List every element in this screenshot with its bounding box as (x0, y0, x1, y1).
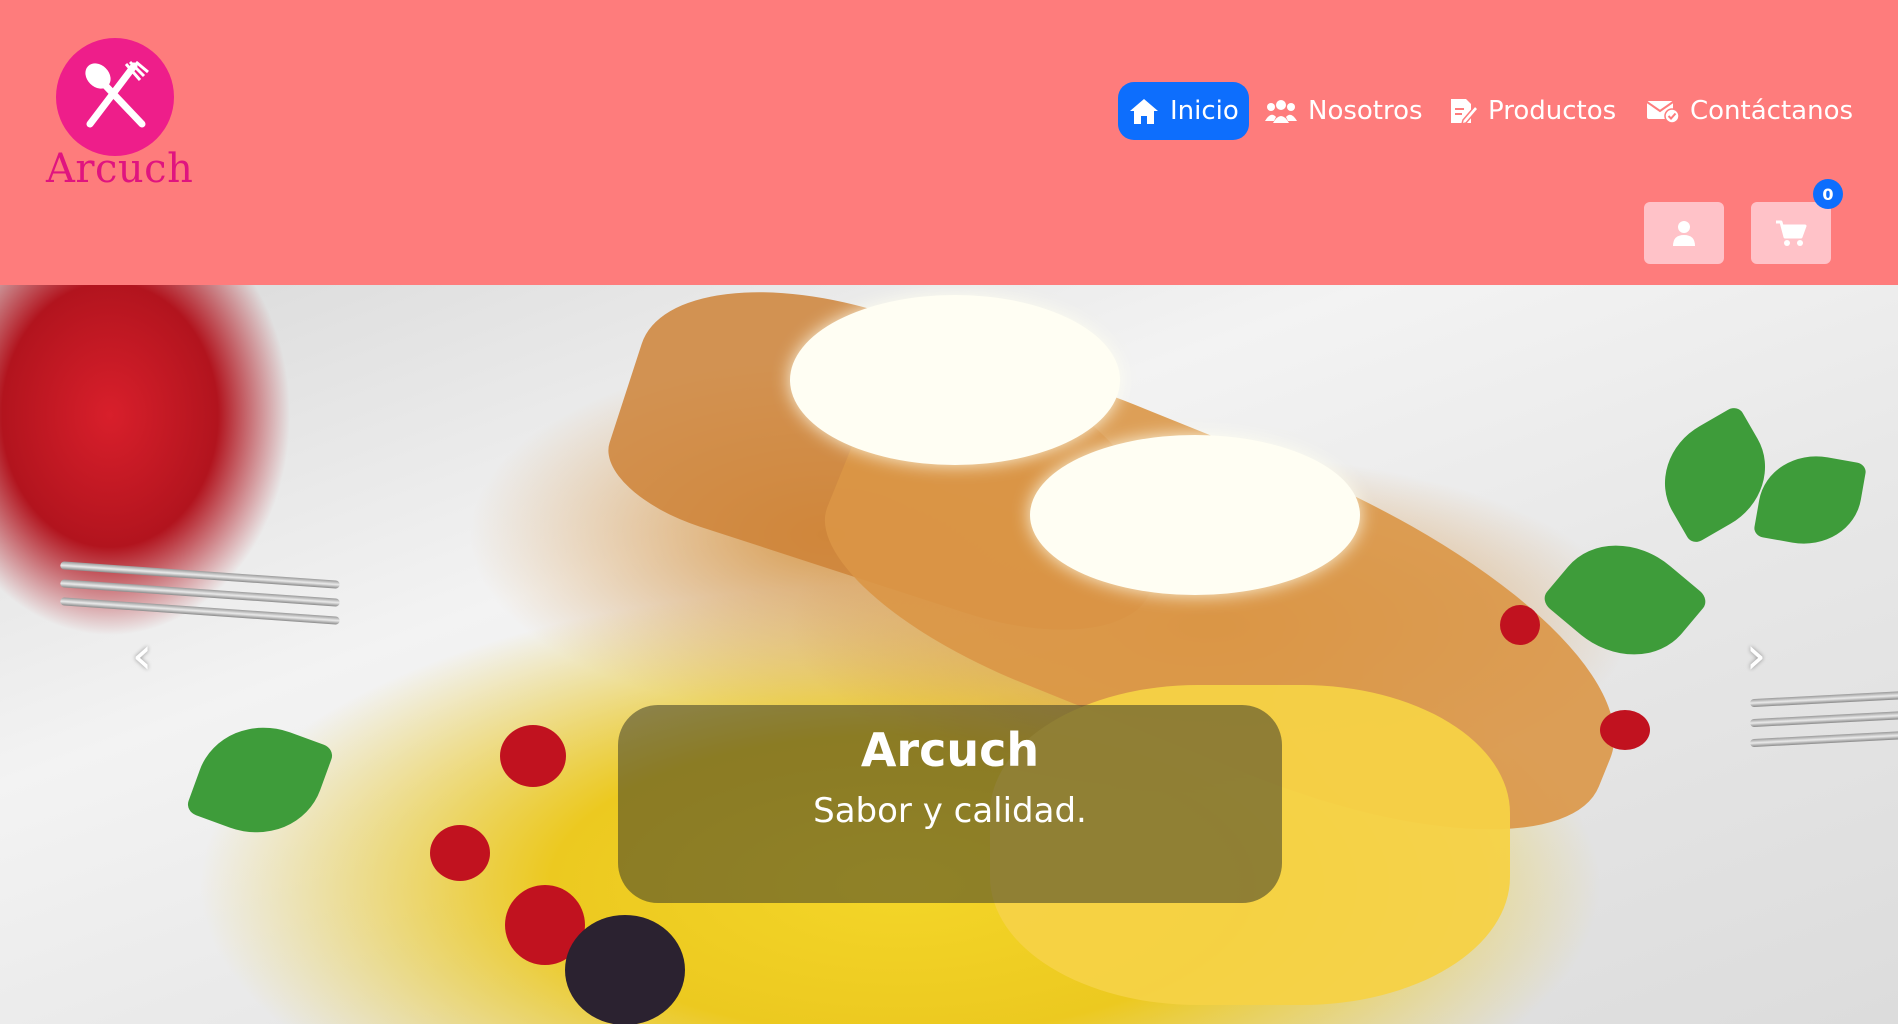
nav-item-label: Productos (1488, 96, 1617, 126)
brand-name: Arcuch (46, 146, 194, 192)
nav-item-label: Inicio (1170, 96, 1239, 126)
nav-item-nosotros[interactable]: Nosotros (1264, 82, 1423, 140)
carousel-prev-button[interactable]: ‹ (122, 616, 162, 696)
nav-item-label: Contáctanos (1690, 96, 1854, 126)
brand-logo[interactable]: Arcuch (46, 36, 196, 196)
users-icon (1265, 100, 1297, 123)
hero-carousel: ‹ › (0, 285, 1898, 1024)
nav-item-productos[interactable]: Productos (1448, 82, 1616, 140)
utensils-icon (56, 38, 174, 156)
user-button[interactable] (1644, 202, 1724, 264)
site-header: Arcuch Inicio Nosotros Productos Contáct… (0, 0, 1898, 285)
cart-icon (1776, 220, 1807, 246)
carousel-caption: Arcuch Sabor y calidad. (618, 705, 1282, 903)
home-icon (1130, 99, 1158, 124)
nav-item-label: Nosotros (1308, 96, 1423, 126)
user-icon (1673, 221, 1695, 246)
slide-image (0, 285, 1898, 1024)
carousel-next-button[interactable]: › (1736, 616, 1776, 696)
edit-document-icon (1451, 99, 1478, 126)
caption-title: Arcuch (860, 723, 1040, 777)
cart-button[interactable] (1751, 202, 1831, 264)
nav-item-inicio[interactable]: Inicio (1118, 82, 1249, 140)
caption-subtitle: Sabor y calidad. (813, 791, 1087, 831)
envelope-check-icon (1646, 101, 1680, 124)
nav-item-contactanos[interactable]: Contáctanos (1646, 82, 1853, 140)
cart-count-badge: 0 (1813, 179, 1843, 209)
